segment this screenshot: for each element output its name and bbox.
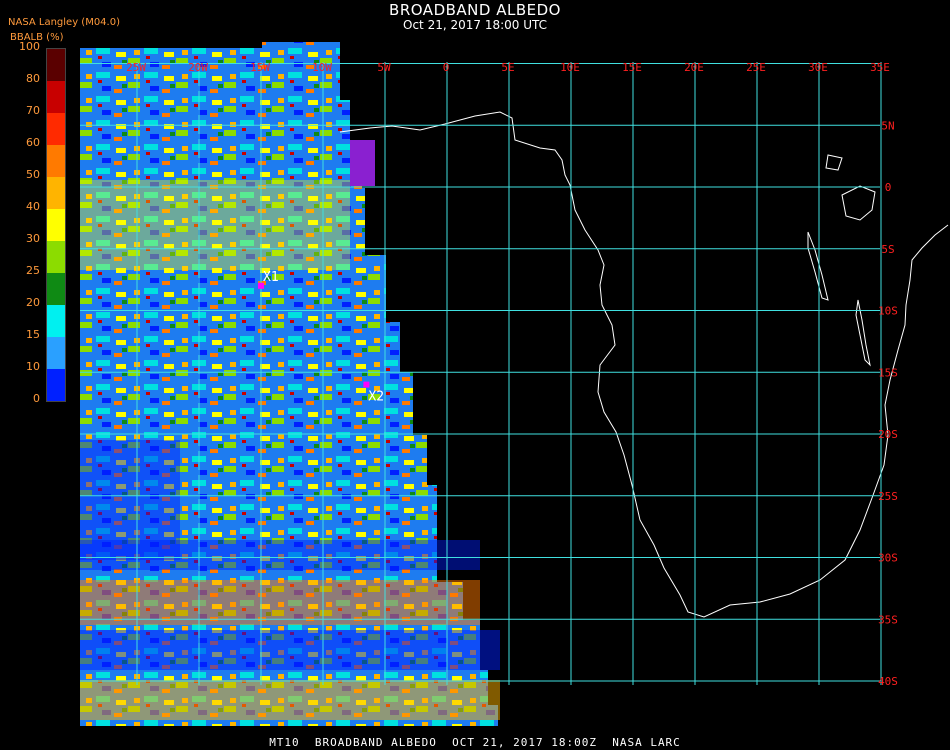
latitude-label: 0 (885, 181, 892, 194)
footer-caption: MT10 BROADBAND ALBEDO OCT 21, 2017 18:00… (269, 736, 681, 749)
longitude-label: 15E (622, 61, 642, 74)
albedo-cloud-field (80, 42, 500, 726)
latitude-label: 15S (878, 366, 898, 379)
latitude-label: 20S (878, 428, 898, 441)
latitude-label: 10S (878, 305, 898, 318)
lake-tanganyika-outline (807, 231, 829, 301)
longitude-label: 30E (808, 61, 828, 74)
longitude-label: 5W (377, 61, 391, 74)
lake-victoria-outline (841, 185, 876, 221)
longitude-label: 20W (188, 61, 208, 74)
latitude-label: 35S (878, 613, 898, 626)
site-marker-label: X1 (263, 270, 279, 285)
longitude-label: 15W (250, 61, 270, 74)
albedo-map: 25W 20W 15W 10W 5W 0 5E 10E 15E 20E 25E 30E 35E 5N 0 5… (80, 42, 949, 726)
site-marker-dot (363, 381, 370, 388)
latitude-label: 5S (881, 243, 894, 256)
longitude-label: 5E (501, 61, 514, 74)
lake-malawi-outline (855, 299, 871, 367)
longitude-label: 0 (443, 61, 450, 74)
longitude-label: 35E (870, 61, 890, 74)
longitude-label: 25W (126, 61, 146, 74)
longitude-label: 10E (560, 61, 580, 74)
latitude-label: 5N (881, 119, 894, 132)
site-marker-label: X2 (368, 390, 384, 405)
lake-volta-outline (825, 154, 843, 171)
longitude-label: 25E (746, 61, 766, 74)
longitude-label: 20E (684, 61, 704, 74)
latitude-label: 25S (878, 490, 898, 503)
latitude-label: 40S (878, 675, 898, 688)
latitude-label: 30S (878, 552, 898, 565)
longitude-label: 10W (312, 61, 332, 74)
